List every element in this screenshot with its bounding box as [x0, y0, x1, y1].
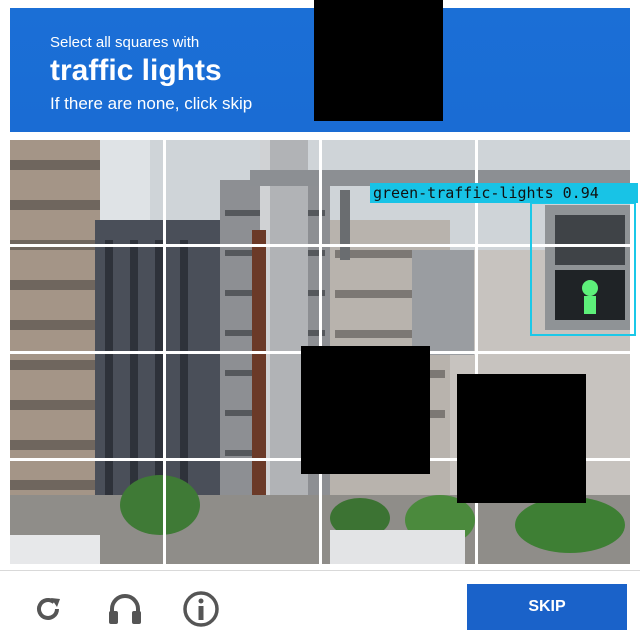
grid-tile-r4c3[interactable]	[322, 461, 475, 564]
grid-tile-r4c2[interactable]	[166, 461, 319, 564]
info-icon	[183, 591, 219, 627]
grid-tile-r3c1[interactable]	[10, 354, 163, 458]
grid-tile-r2c1[interactable]	[10, 247, 163, 351]
grid-tile-r1c1[interactable]	[10, 140, 163, 244]
target-object-text: traffic lights	[50, 54, 222, 87]
instruction-text: Select all squares with	[50, 34, 200, 51]
info-button[interactable]	[179, 587, 223, 631]
detection-label: green-traffic-lights 0.94	[370, 183, 638, 203]
audio-challenge-button[interactable]	[103, 587, 147, 631]
headphones-icon	[109, 594, 141, 624]
reload-icon	[37, 598, 60, 620]
redaction-box	[301, 346, 430, 474]
grid-tile-r1c2[interactable]	[166, 140, 319, 244]
skip-button[interactable]: SKIP	[467, 584, 627, 630]
detection-bounding-box	[530, 202, 636, 336]
redaction-box	[314, 0, 443, 121]
grid-tile-r4c1[interactable]	[10, 461, 163, 564]
redaction-box	[457, 374, 586, 503]
grid-tile-r2c2[interactable]	[166, 247, 319, 351]
skip-hint-text: If there are none, click skip	[50, 94, 253, 113]
reload-button[interactable]	[26, 587, 70, 631]
challenge-footer: SKIP	[0, 570, 640, 641]
grid-tile-r3c2[interactable]	[166, 354, 319, 458]
grid-tile-r2c3[interactable]	[322, 247, 475, 351]
